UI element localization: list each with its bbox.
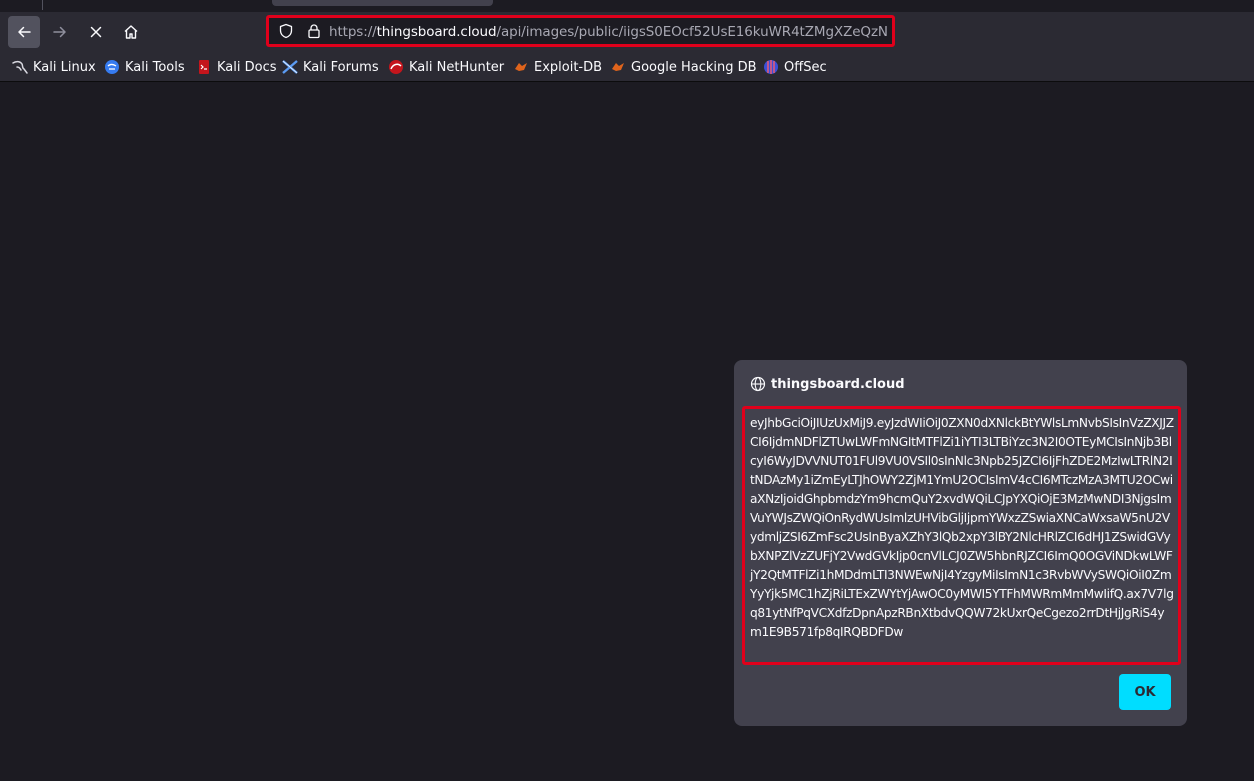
bookmark-label: Exploit-DB [534,59,603,75]
url-path: /api/images/public/iigsS0EOcf52UsE16kuWR… [496,24,889,40]
tab-strip [0,0,1254,12]
bookmark-label: Kali Forums [303,59,379,75]
offsec-icon [763,59,779,75]
bookmark-label: Kali NetHunter [409,59,505,75]
kali-dragon-icon [12,59,28,75]
back-button[interactable] [8,16,40,48]
dialog-message: eyJhbGciOiJIUzUxMiJ9.eyJzdWIiOiJ0ZXN0dXN… [750,416,1174,639]
active-tab[interactable] [272,0,493,6]
url-domain: thingsboard.cloud [376,24,497,40]
shield-icon[interactable] [278,23,294,39]
bookmark-exploit-db[interactable]: Exploit-DB [513,58,602,76]
forward-button[interactable] [44,16,76,48]
bookmark-kali-tools[interactable]: Kali Tools [104,58,185,76]
kali-docs-icon [196,59,212,75]
bookmark-offsec[interactable]: OffSec [763,58,827,76]
dialog-message-box: eyJhbGciOiJIUzUxMiJ9.eyJzdWIiOiJ0ZXN0dXN… [742,406,1181,665]
url-bar[interactable]: https://thingsboard.cloud/api/images/pub… [266,15,895,47]
bookmark-label: OffSec [784,59,827,75]
dialog-header: thingsboard.cloud [750,376,905,392]
lock-icon[interactable] [306,23,322,39]
bookmarks-toolbar: Kali Linux Kali Tools Kali Docs Kali For… [0,52,1254,82]
dialog-origin: thingsboard.cloud [771,376,905,392]
kali-nethunter-icon [388,59,404,75]
bookmark-kali-docs[interactable]: Kali Docs [196,58,277,76]
stop-button[interactable] [80,16,112,48]
bookmark-google-hacking-db[interactable]: Google Hacking DB [610,58,757,76]
close-icon [90,26,102,38]
bookmark-label: Google Hacking DB [631,59,757,75]
url-text[interactable]: https://thingsboard.cloud/api/images/pub… [329,24,888,40]
alert-dialog: thingsboard.cloud eyJhbGciOiJIUzUxMiJ9.e… [734,360,1187,726]
bookmark-kali-forums[interactable]: Kali Forums [282,58,379,76]
navigation-toolbar: https://thingsboard.cloud/api/images/pub… [0,12,1254,52]
home-button[interactable] [115,16,147,48]
bookmark-label: Kali Linux [33,59,96,75]
bookmark-kali-linux[interactable]: Kali Linux [12,58,96,76]
kali-forums-icon [282,59,298,75]
bookmark-kali-nethunter[interactable]: Kali NetHunter [388,58,504,76]
globe-icon [750,376,766,392]
url-prefix: https:// [329,24,377,40]
arrow-left-icon [18,26,31,38]
exploit-db-icon [513,59,529,75]
ok-button[interactable]: OK [1119,674,1171,710]
ghdb-icon [610,59,626,75]
kali-tools-icon [104,59,120,75]
tab-separator [42,0,43,10]
bookmark-label: Kali Tools [125,59,185,75]
arrow-right-icon [53,26,66,38]
home-icon [124,25,138,39]
bookmark-label: Kali Docs [217,59,277,75]
